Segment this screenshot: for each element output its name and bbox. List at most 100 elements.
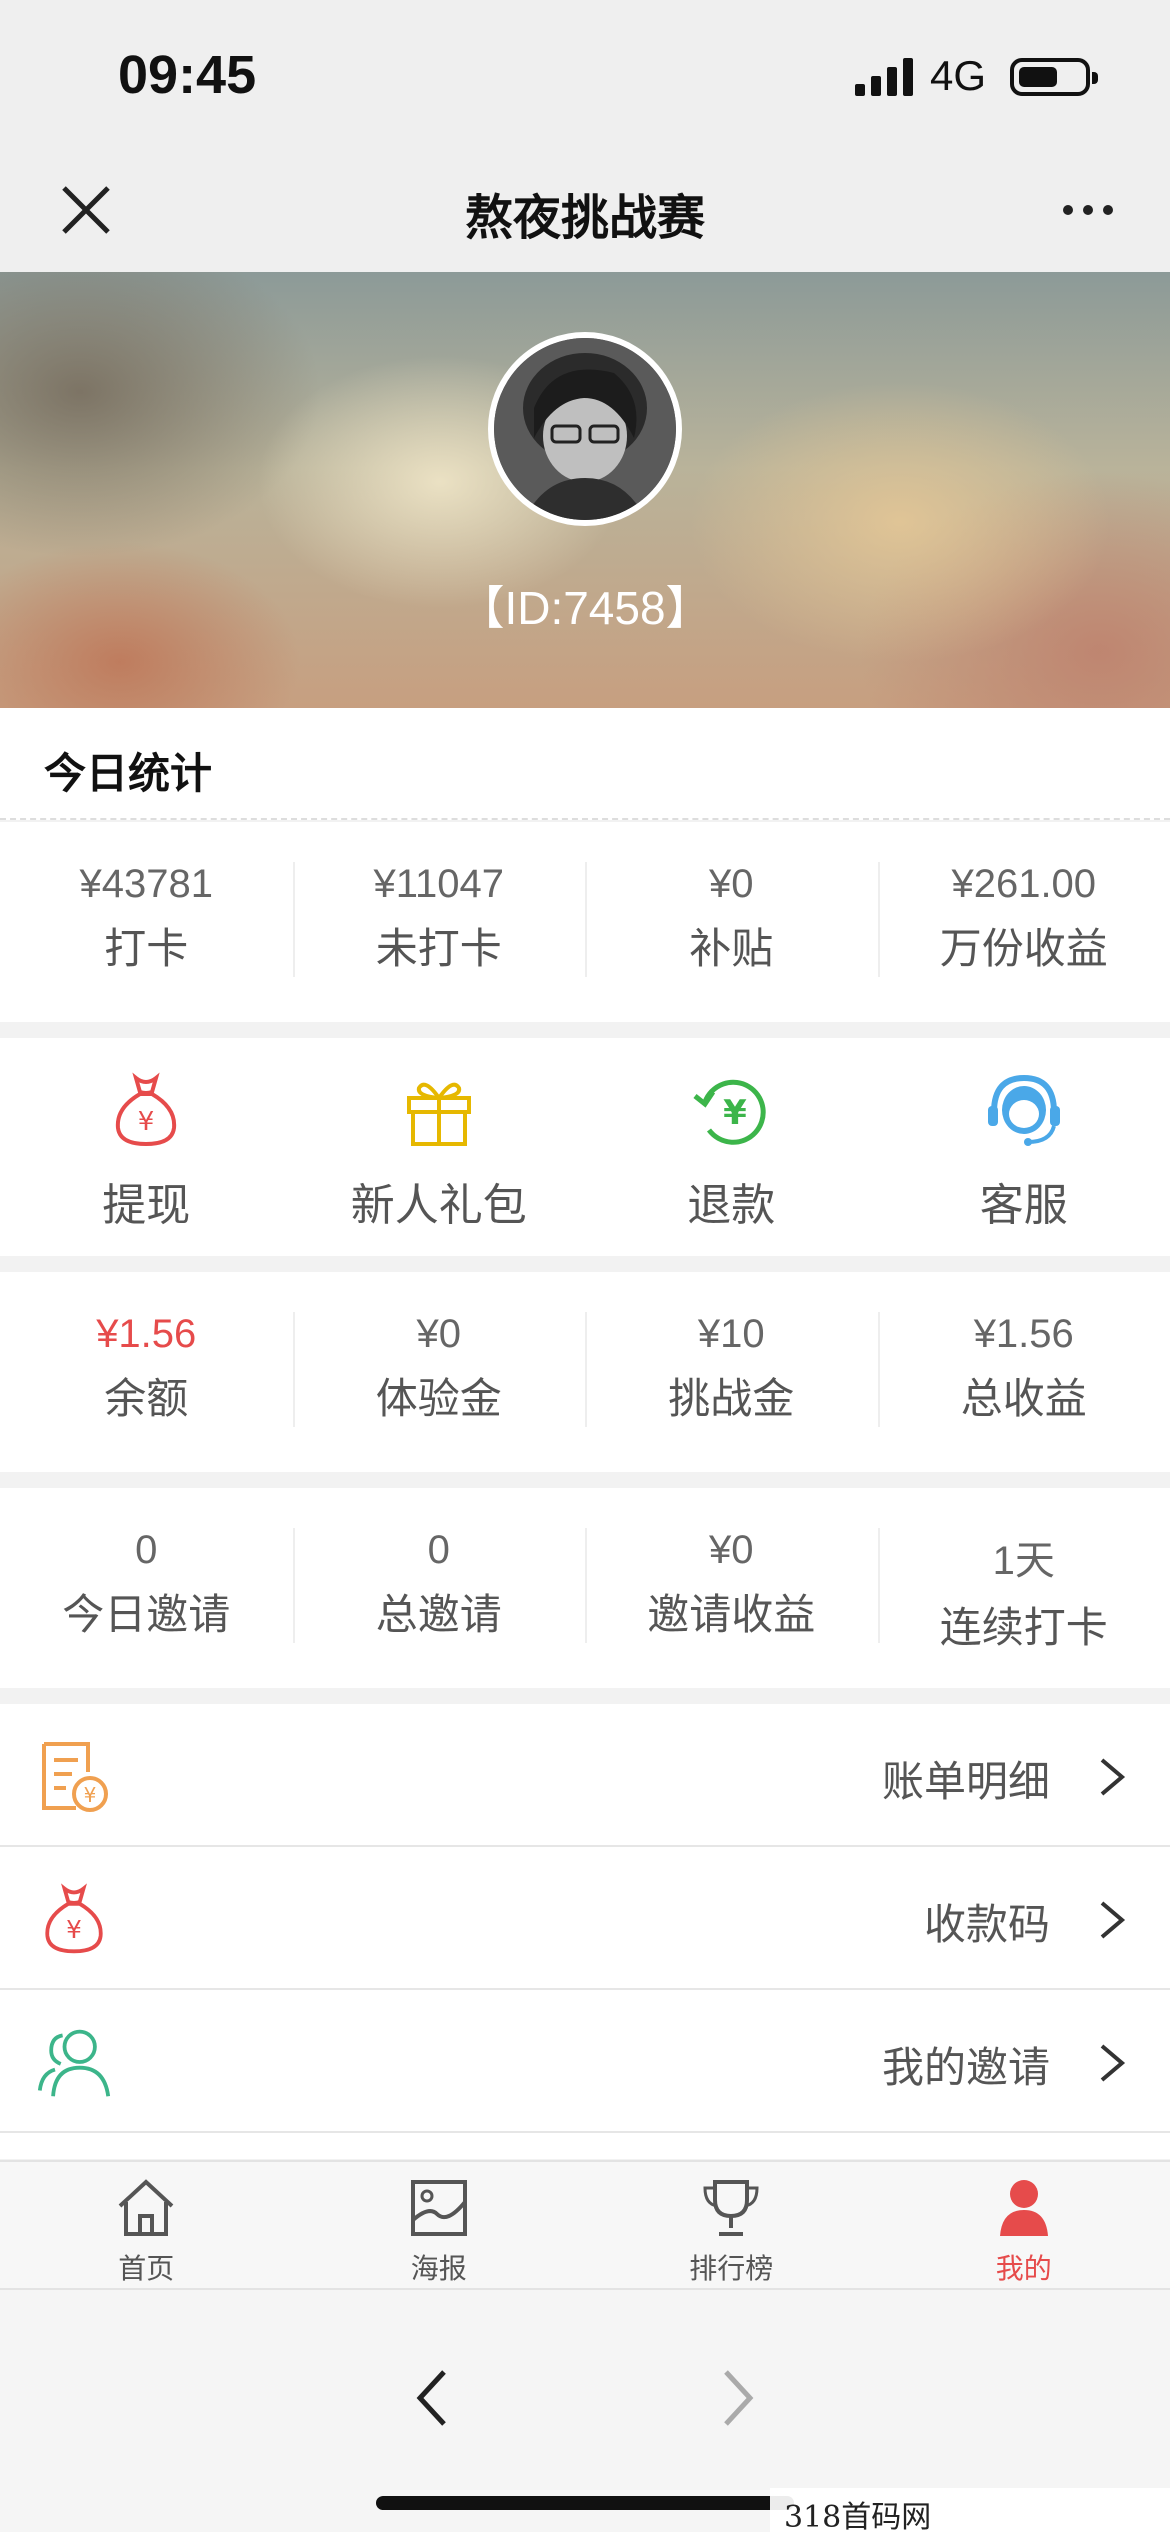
stat-not-checked-in: ¥11047 未打卡 <box>292 862 586 977</box>
stat-label: 万份收益 <box>939 925 1108 972</box>
menu-item-label: 账单明细 <box>881 1758 1050 1805</box>
new-user-gift-label: 新人礼包 <box>350 1181 527 1230</box>
stat-label: 补贴 <box>689 925 774 972</box>
withdraw-label: 提现 <box>102 1181 191 1230</box>
stat-value: ¥0 <box>709 862 754 906</box>
customer-service-label: 客服 <box>979 1181 1068 1230</box>
watermark: 318首码网 www.e318.com <box>770 2488 1170 2532</box>
stat-label: 邀请收益 <box>647 1591 816 1638</box>
today-stats: ¥43781 打卡 ¥11047 未打卡 ¥0 补贴 ¥261.00 万份收益 <box>0 822 1170 1022</box>
battery-icon <box>1010 58 1098 96</box>
stat-label: 总收益 <box>960 1375 1087 1422</box>
tab-leaderboard[interactable]: 排行榜 <box>585 2162 878 2288</box>
balance-stats: ¥1.56 余额 ¥0 体验金 ¥10 挑战金 ¥1.56 总收益 <box>0 1272 1170 1472</box>
tab-poster[interactable]: 海报 <box>293 2162 586 2288</box>
stat-challenge-fund: ¥10 挑战金 <box>585 1312 878 1427</box>
stat-value: ¥1.56 <box>96 1312 197 1356</box>
svg-text:¥: ¥ <box>66 1915 82 1944</box>
money-bag-icon: ¥ <box>116 1072 177 1147</box>
invite-stats: 0 今日邀请 0 总邀请 ¥0 邀请收益 1天 连续打卡 <box>0 1488 1170 1688</box>
user-icon <box>999 2180 1048 2236</box>
withdraw-button[interactable]: ¥ 提现 <box>0 1038 293 1233</box>
chevron-right-icon <box>1100 1758 1126 1796</box>
stat-value: ¥11047 <box>373 862 504 906</box>
status-time: 09:45 <box>118 45 257 105</box>
forward-icon[interactable] <box>718 2366 758 2430</box>
refund-label: 退款 <box>687 1181 776 1230</box>
stat-today-invites: 0 今日邀请 <box>0 1528 293 1643</box>
back-icon[interactable] <box>412 2366 452 2430</box>
stat-yield: ¥261.00 万份收益 <box>877 862 1170 977</box>
stat-value: ¥43781 <box>79 862 213 906</box>
page-title: 熬夜挑战赛 <box>464 192 705 245</box>
stat-streak: 1天 连续打卡 <box>877 1528 1170 1651</box>
stat-value: ¥0 <box>416 1312 462 1356</box>
stat-subsidy: ¥0 补贴 <box>585 862 878 977</box>
stat-label: 挑战金 <box>668 1375 795 1422</box>
menu-item-label: 收款码 <box>923 1901 1050 1948</box>
more-icon[interactable] <box>1058 190 1118 230</box>
menu-item-label: 我的邀请 <box>881 2044 1050 2091</box>
stat-checked-in: ¥43781 打卡 <box>0 862 293 977</box>
stat-invite-earnings: ¥0 邀请收益 <box>585 1528 878 1643</box>
stat-value: ¥10 <box>697 1312 765 1356</box>
stat-label: 连续打卡 <box>939 1604 1108 1651</box>
poster-icon <box>410 2180 467 2236</box>
customer-service-icon <box>987 1074 1060 1146</box>
stat-label: 未打卡 <box>375 925 502 972</box>
bill-icon: ¥ <box>42 1742 108 1812</box>
money-bag-icon: ¥ <box>45 1883 103 1954</box>
svg-text:¥: ¥ <box>138 1107 155 1137</box>
svg-text:¥: ¥ <box>84 1783 97 1807</box>
signal-icon <box>855 58 913 96</box>
stat-value: ¥1.56 <box>973 1312 1074 1356</box>
today-stats-title: 今日统计 <box>44 750 213 797</box>
tab-home[interactable]: 首页 <box>0 2162 293 2288</box>
home-icon <box>118 2179 174 2236</box>
tab-label: 我的 <box>995 2253 1052 2284</box>
stat-trial-fund: ¥0 体验金 <box>292 1312 586 1427</box>
stat-balance: ¥1.56 余额 <box>0 1312 293 1427</box>
users-icon <box>37 2029 111 2097</box>
stat-value: 0 <box>427 1528 450 1572</box>
stat-total-invites: 0 总邀请 <box>292 1528 586 1643</box>
menu-item-my-invites[interactable]: 我的邀请 <box>0 1990 1170 2133</box>
chevron-right-icon <box>1100 1901 1126 1939</box>
svg-text:¥: ¥ <box>723 1093 747 1133</box>
menu-list: ¥ 账单明细 ¥ 收款码 我的邀请 <box>0 1704 1170 2159</box>
menu-item-payment-code[interactable]: ¥ 收款码 <box>0 1847 1170 1990</box>
new-user-gift-button[interactable]: 新人礼包 <box>293 1038 586 1233</box>
status-bar: 09:45 4G <box>0 0 1170 150</box>
stat-label: 总邀请 <box>375 1591 502 1638</box>
stat-value: 1天 <box>992 1539 1055 1583</box>
stat-total-earnings: ¥1.56 总收益 <box>877 1312 1170 1427</box>
tab-me[interactable]: 我的 <box>878 2162 1170 2288</box>
avatar[interactable] <box>488 332 682 526</box>
user-id: 【ID:7458】 <box>458 582 712 634</box>
quick-actions: ¥ 提现 新人礼包 ¥ 退款 客服 <box>0 1038 1170 1256</box>
trophy-icon <box>703 2180 759 2236</box>
refund-icon: ¥ <box>693 1079 766 1145</box>
refund-button[interactable]: ¥ 退款 <box>585 1038 878 1233</box>
stat-label: 打卡 <box>104 925 189 972</box>
today-stats-header: 今日统计 <box>0 708 1170 820</box>
tab-label: 首页 <box>118 2253 175 2284</box>
tab-label: 海报 <box>410 2253 467 2284</box>
stat-value: 0 <box>135 1528 158 1572</box>
nav-bar: 熬夜挑战赛 <box>0 150 1170 272</box>
avatar-image <box>494 338 676 520</box>
home-indicator <box>376 2496 794 2510</box>
chevron-right-icon <box>1100 2044 1126 2082</box>
menu-item-bill-details[interactable]: ¥ 账单明细 <box>0 1704 1170 1847</box>
network-type: 4G <box>930 52 987 99</box>
bottom-tab-bar: 首页 海报 排行榜 我的 <box>0 2160 1170 2288</box>
gift-icon <box>406 1082 471 1146</box>
app-page: 09:45 4G 熬夜挑战赛 【ID:7458】 今日统计 ¥43781 打卡 … <box>0 0 1170 2532</box>
stat-value: ¥261.00 <box>951 862 1097 906</box>
stat-label: 余额 <box>104 1375 189 1422</box>
stat-value: ¥0 <box>709 1528 754 1572</box>
customer-service-button[interactable]: 客服 <box>878 1038 1170 1233</box>
stat-label: 体验金 <box>375 1375 502 1422</box>
profile-banner: 【ID:7458】 <box>0 272 1170 708</box>
stat-label: 今日邀请 <box>62 1591 231 1638</box>
